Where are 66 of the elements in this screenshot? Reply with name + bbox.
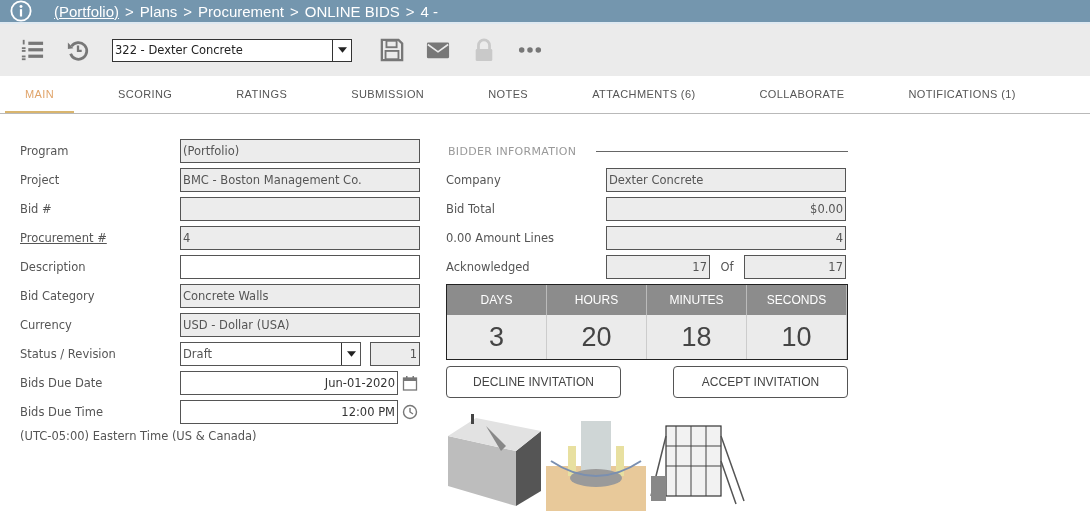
caret-icon	[337, 47, 347, 53]
breadcrumb-separator: >	[183, 2, 193, 20]
field-label: Bids Due Time	[20, 405, 105, 419]
date-field[interactable]: Jun-01-2020	[180, 371, 398, 395]
caret-icon	[346, 351, 356, 357]
field-label-link[interactable]: Procurement #	[20, 231, 180, 245]
field-label: 0.00 Amount Lines	[446, 231, 556, 245]
readonly-field: 4	[606, 226, 846, 250]
readonly-field: (Portfolio)	[180, 139, 420, 163]
field-label: Program	[20, 144, 70, 158]
countdown-value: 3	[447, 315, 547, 359]
field-label: Bid #	[20, 202, 53, 216]
readonly-field: Concrete Walls	[180, 284, 420, 308]
decline-button[interactable]: DECLINE INVITATION	[446, 366, 621, 398]
countdown-unit: HOURS	[547, 285, 647, 315]
readonly-field: 17	[744, 255, 846, 279]
field-label: Currency	[20, 318, 73, 332]
countdown-value: 10	[747, 315, 847, 359]
breadcrumb-separator: >	[405, 2, 415, 20]
tab[interactable]: COLLABORATE	[739, 76, 865, 113]
numbered-list-icon[interactable]	[20, 38, 44, 62]
record-dropdown[interactable]: 322 - Dexter Concrete	[112, 38, 352, 62]
clock-icon[interactable]	[402, 404, 418, 420]
countdown-value: 20	[547, 315, 647, 359]
input-field[interactable]	[180, 255, 420, 279]
tab[interactable]: RATINGS	[216, 76, 308, 113]
countdown-unit: MINUTES	[647, 285, 747, 315]
tab[interactable]: SUBMISSION	[331, 76, 445, 113]
of-label: Of	[719, 260, 735, 274]
time-field[interactable]: 12:00 PM	[180, 400, 398, 424]
tab[interactable]: NOTES	[468, 76, 549, 113]
countdown-unit: SECONDS	[747, 285, 847, 315]
tab[interactable]: SCORING	[98, 76, 193, 113]
save-icon[interactable]	[380, 38, 404, 62]
field-label: Bid Category	[20, 289, 96, 303]
readonly-field: 4	[180, 226, 420, 250]
calendar-icon[interactable]	[402, 375, 418, 391]
field-label: Bids Due Date	[20, 376, 104, 390]
readonly-field: Dexter Concrete	[606, 168, 846, 192]
breadcrumb-item: 4 -	[420, 2, 439, 20]
tab[interactable]: NOTIFICATIONS (1)	[888, 76, 1036, 113]
status-dropdown[interactable]: Draft	[180, 342, 361, 366]
history-icon[interactable]	[66, 38, 90, 62]
breadcrumb-item: ONLINE BIDS	[304, 2, 400, 20]
accept-button[interactable]: ACCEPT INVITATION	[673, 366, 848, 398]
field-label: Project	[20, 173, 61, 187]
tab[interactable]: ATTACHMENTS (6)	[572, 76, 716, 113]
countdown-unit: DAYS	[447, 285, 547, 315]
section-title: BIDDER INFORMATION	[448, 144, 577, 158]
breadcrumb-separator: >	[289, 2, 299, 20]
timezone-text: (UTC-05:00) Eastern Time (US & Canada)	[20, 429, 258, 443]
readonly-field: USD - Dollar (USA)	[180, 313, 420, 337]
field-label: Acknowledged	[446, 260, 531, 274]
readonly-field: BMC - Boston Management Co.	[180, 168, 420, 192]
field-label: Description	[20, 260, 87, 274]
field-label: Company	[446, 173, 502, 187]
breadcrumb-item: Procurement	[198, 2, 284, 20]
revision-field: 1	[370, 342, 420, 366]
info-icon[interactable]	[10, 0, 32, 22]
readonly-field: $0.00	[606, 197, 846, 221]
breadcrumb-separator: >	[125, 2, 134, 20]
readonly-field: 17	[606, 255, 710, 279]
field-label: Bid Total	[446, 202, 496, 216]
field-label: Status / Revision	[20, 347, 117, 361]
breadcrumb-item: Plans	[139, 2, 178, 20]
countdown-value: 18	[647, 315, 747, 359]
